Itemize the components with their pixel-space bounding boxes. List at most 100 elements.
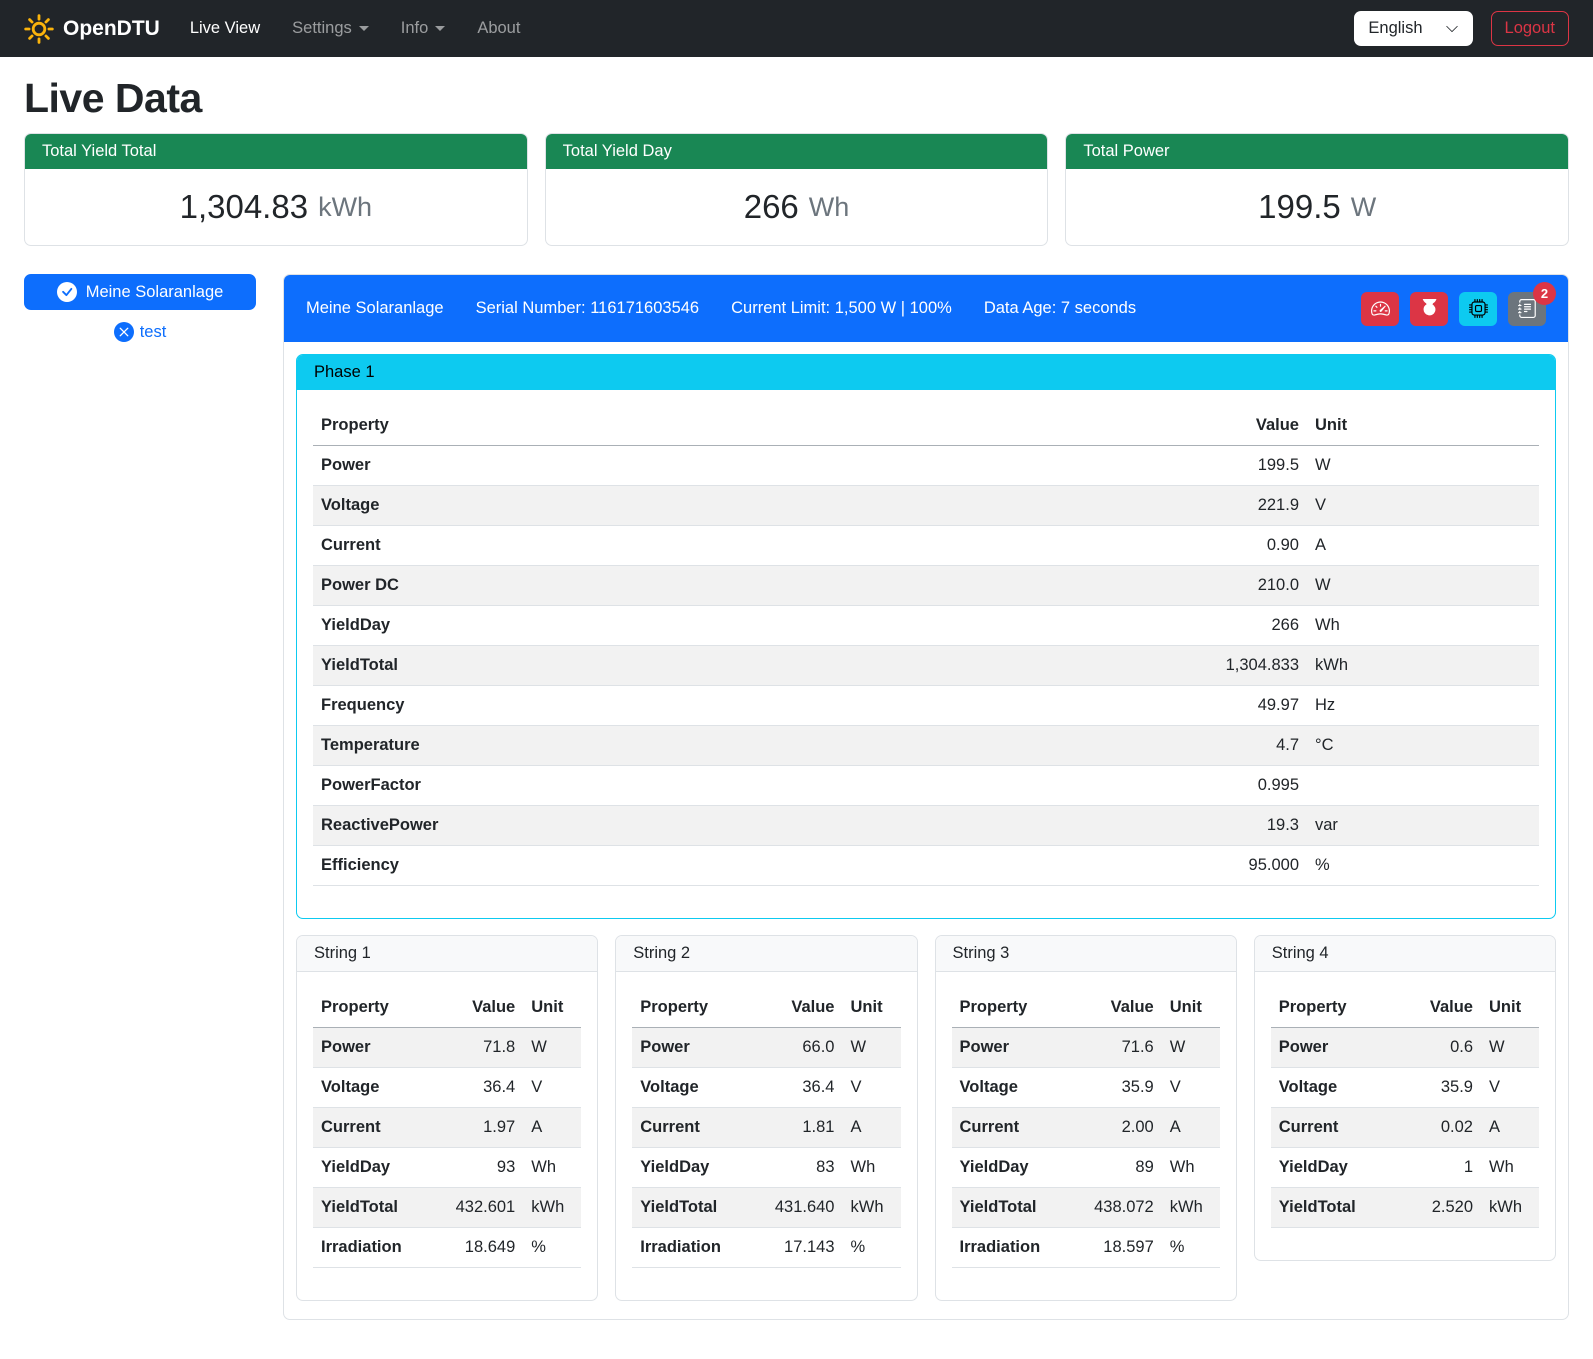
event-log-button[interactable]: 2	[1508, 292, 1546, 326]
table-row: Current 2.00 A	[952, 1108, 1220, 1148]
limit-settings-button[interactable]	[1361, 292, 1399, 326]
chevron-down-icon	[1445, 22, 1459, 36]
value-cell: 83	[750, 1148, 842, 1188]
property-cell: YieldDay	[632, 1148, 750, 1188]
col-header-property: Property	[313, 988, 431, 1028]
unit-cell: W	[1307, 446, 1539, 486]
language-select-value: English	[1368, 19, 1422, 38]
property-cell: YieldDay	[952, 1148, 1070, 1188]
unit-cell: kWh	[1162, 1188, 1220, 1228]
device-info-button[interactable]	[1459, 292, 1497, 326]
table-row: Current 1.81 A	[632, 1108, 900, 1148]
property-cell: Efficiency	[313, 846, 908, 886]
table-row: Power 71.6 W	[952, 1028, 1220, 1068]
table-row: Voltage 36.4 V	[632, 1068, 900, 1108]
value-cell: 1.81	[750, 1108, 842, 1148]
nav-item-about[interactable]: About	[461, 11, 536, 46]
col-header-value: Value	[1069, 988, 1161, 1028]
unit-cell: Wh	[523, 1148, 581, 1188]
unit-cell: W	[1481, 1028, 1539, 1068]
property-cell: Power	[952, 1028, 1070, 1068]
unit-cell: Wh	[1481, 1148, 1539, 1188]
language-select[interactable]: English	[1354, 11, 1472, 46]
table-row: YieldDay 89 Wh	[952, 1148, 1220, 1188]
unit-cell	[1307, 766, 1539, 806]
brand[interactable]: OpenDTU	[24, 14, 160, 44]
nav-links: Live View Settings Info About	[174, 11, 537, 46]
summary-card-total-yield-day: Total Yield Day 266 Wh	[545, 133, 1049, 246]
check-circle-icon	[57, 282, 77, 302]
table-row: Power DC 210.0 W	[313, 566, 1539, 606]
page-title: Live Data	[24, 78, 1569, 119]
unit-cell: Wh	[1307, 606, 1539, 646]
unit-cell: A	[523, 1108, 581, 1148]
table-row: Current 0.90 A	[313, 526, 1539, 566]
cpu-icon	[1469, 299, 1488, 318]
property-cell: Irradiation	[313, 1228, 431, 1268]
property-cell: Frequency	[313, 686, 908, 726]
string-2-table: Property Value Unit Power	[632, 988, 900, 1268]
table-row: YieldDay 1 Wh	[1271, 1148, 1539, 1188]
property-cell: YieldDay	[313, 1148, 431, 1188]
logout-button[interactable]: Logout	[1491, 11, 1569, 46]
property-cell: Current	[1271, 1108, 1400, 1148]
value-cell: 4.7	[908, 726, 1307, 766]
phase-table: Property Value Unit Power	[313, 406, 1539, 886]
col-header-unit: Unit	[1481, 988, 1539, 1028]
table-row: Voltage 36.4 V	[313, 1068, 581, 1108]
unit-cell: °C	[1307, 726, 1539, 766]
nav-item-info[interactable]: Info	[385, 11, 462, 46]
table-row: Current 1.97 A	[313, 1108, 581, 1148]
property-cell: YieldTotal	[952, 1188, 1070, 1228]
inverter-item-test[interactable]: test	[24, 322, 256, 342]
summary-card-unit: kWh	[318, 192, 372, 223]
table-row: Frequency 49.97 Hz	[313, 686, 1539, 726]
inverter-select-label: Meine Solaranlage	[86, 283, 224, 302]
value-cell: 266	[908, 606, 1307, 646]
string-card-3: String 3 Property Value Unit	[935, 935, 1237, 1301]
value-cell: 18.649	[431, 1228, 523, 1268]
caret-down-icon	[435, 26, 445, 36]
table-header-row: Property Value Unit	[952, 988, 1220, 1028]
table-row: Power 0.6 W	[1271, 1028, 1539, 1068]
unit-cell: Wh	[1162, 1148, 1220, 1188]
speedometer-icon	[1371, 299, 1390, 318]
property-cell: YieldTotal	[632, 1188, 750, 1228]
summary-card-value: 266	[744, 188, 799, 226]
property-cell: Irradiation	[632, 1228, 750, 1268]
phase-panel: Phase 1 Property Value Unit	[296, 354, 1556, 919]
inverter-select-button[interactable]: Meine Solaranlage	[24, 274, 256, 310]
summary-card-value: 199.5	[1258, 188, 1341, 226]
string-3-table: Property Value Unit Power	[952, 988, 1220, 1268]
journal-text-icon	[1518, 299, 1537, 318]
value-cell: 0.995	[908, 766, 1307, 806]
property-cell: YieldTotal	[313, 646, 908, 686]
property-cell: Power	[313, 446, 908, 486]
table-row: ReactivePower 19.3 var	[313, 806, 1539, 846]
table-header-row: Property Value Unit	[313, 988, 581, 1028]
col-header-unit: Unit	[1162, 988, 1220, 1028]
unit-cell: %	[1162, 1228, 1220, 1268]
serial-number: Serial Number: 116171603546	[476, 299, 700, 318]
unit-cell: Hz	[1307, 686, 1539, 726]
value-cell: 2.00	[1069, 1108, 1161, 1148]
property-cell: Current	[313, 526, 908, 566]
inverter-name: Meine Solaranlage	[306, 299, 444, 318]
string-card-2: String 2 Property Value Unit	[615, 935, 917, 1301]
property-cell: YieldTotal	[1271, 1188, 1400, 1228]
caret-down-icon	[359, 26, 369, 36]
table-row: YieldDay 93 Wh	[313, 1148, 581, 1188]
table-row: YieldDay 266 Wh	[313, 606, 1539, 646]
summary-card-unit: Wh	[809, 192, 850, 223]
string-1-table: Property Value Unit Power	[313, 988, 581, 1268]
property-cell: YieldDay	[1271, 1148, 1400, 1188]
nav-item-live-view[interactable]: Live View	[174, 11, 276, 46]
nav-item-settings[interactable]: Settings	[276, 11, 385, 46]
table-row: Voltage 35.9 V	[952, 1068, 1220, 1108]
col-header-value: Value	[908, 406, 1307, 446]
property-cell: YieldDay	[313, 606, 908, 646]
power-toggle-button[interactable]	[1410, 292, 1448, 326]
unit-cell: %	[843, 1228, 901, 1268]
value-cell: 95.000	[908, 846, 1307, 886]
value-cell: 1	[1399, 1148, 1481, 1188]
